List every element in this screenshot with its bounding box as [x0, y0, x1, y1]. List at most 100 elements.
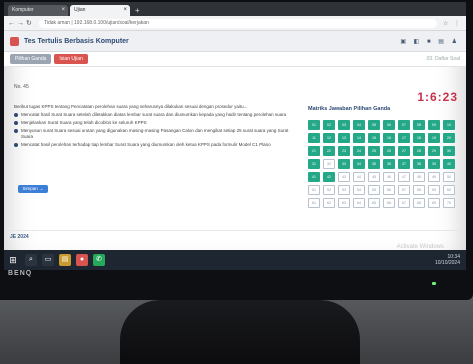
radio-icon[interactable] — [14, 129, 18, 133]
answer-cell[interactable]: 57 — [398, 185, 410, 195]
answer-cell[interactable]: 32 — [323, 159, 335, 169]
answer-cell[interactable]: 43 — [338, 172, 350, 182]
answer-cell[interactable]: 01 — [308, 120, 320, 130]
answer-cell[interactable]: 28 — [413, 146, 425, 156]
tab-pilihan-ganda[interactable]: Pilihan Ganda — [10, 54, 52, 64]
url-field[interactable]: Tidak aman | 192.168.0.100/ujian/soal/ke… — [39, 18, 437, 28]
answer-cell[interactable]: 24 — [353, 146, 365, 156]
answer-cell[interactable]: 33 — [338, 159, 350, 169]
answer-cell[interactable]: 06 — [383, 120, 395, 130]
answer-cell[interactable]: 56 — [383, 185, 395, 195]
answer-cell[interactable]: 16 — [383, 133, 395, 143]
system-tray[interactable]: 10:34 10/10/2024 — [435, 254, 460, 266]
answer-cell[interactable]: 12 — [323, 133, 335, 143]
answer-cell[interactable]: 55 — [368, 185, 380, 195]
browser-tab[interactable]: Komputer × — [8, 5, 68, 16]
windows-start-icon[interactable]: ⊞ — [6, 253, 20, 267]
answer-cell[interactable]: 69 — [428, 198, 440, 208]
answer-cell[interactable]: 54 — [353, 185, 365, 195]
answer-cell[interactable]: 26 — [383, 146, 395, 156]
answer-cell[interactable]: 47 — [398, 172, 410, 182]
answer-cell[interactable]: 36 — [383, 159, 395, 169]
answer-cell[interactable]: 53 — [338, 185, 350, 195]
answer-cell[interactable]: 21 — [308, 146, 320, 156]
answer-cell[interactable]: 17 — [398, 133, 410, 143]
question-list-dropdown[interactable]: 03. Daftar Soal — [427, 56, 460, 62]
answer-option[interactable]: Menjelaskan Surat Suara yang telah dicob… — [14, 120, 294, 126]
answer-cell[interactable]: 25 — [368, 146, 380, 156]
answer-cell[interactable]: 08 — [413, 120, 425, 130]
answer-cell[interactable]: 67 — [398, 198, 410, 208]
answer-cell[interactable]: 13 — [338, 133, 350, 143]
radio-icon[interactable] — [14, 113, 18, 117]
answer-cell[interactable]: 39 — [428, 159, 440, 169]
answer-cell[interactable]: 05 — [368, 120, 380, 130]
answer-cell[interactable]: 50 — [443, 172, 455, 182]
answer-cell[interactable]: 14 — [353, 133, 365, 143]
file-explorer-icon[interactable]: ▤ — [59, 254, 71, 266]
answer-cell[interactable]: 41 — [308, 172, 320, 182]
answer-cell[interactable]: 45 — [368, 172, 380, 182]
close-icon[interactable]: × — [123, 5, 127, 16]
answer-cell[interactable]: 07 — [398, 120, 410, 130]
answer-cell[interactable]: 49 — [428, 172, 440, 182]
answer-cell[interactable]: 23 — [338, 146, 350, 156]
answer-cell[interactable]: 70 — [443, 198, 455, 208]
browser-menu-icon[interactable]: ☆ ⋮ — [443, 20, 462, 27]
header-tools-icon[interactable]: ▣ ◧ ■ ▤ ♟ — [400, 38, 460, 45]
answer-cell[interactable]: 18 — [413, 133, 425, 143]
tab-isian[interactable]: Isian Ujian — [54, 54, 88, 64]
answer-cell[interactable]: 31 — [308, 159, 320, 169]
answer-cell[interactable]: 34 — [353, 159, 365, 169]
answer-cell[interactable]: 11 — [308, 133, 320, 143]
answer-cell[interactable]: 65 — [368, 198, 380, 208]
answer-option[interactable]: Mencatat hasil Surat Suara setelah dilet… — [14, 112, 294, 118]
answer-cell[interactable]: 42 — [323, 172, 335, 182]
new-tab-icon[interactable]: + — [135, 5, 140, 16]
answer-option[interactable]: Mencatat hasil perolehan terhadap tiap l… — [14, 142, 294, 148]
close-icon[interactable]: × — [61, 5, 65, 16]
answer-cell[interactable]: 59 — [428, 185, 440, 195]
answer-cell[interactable]: 48 — [413, 172, 425, 182]
answer-cell[interactable]: 27 — [398, 146, 410, 156]
search-icon[interactable]: ⌕ — [25, 254, 37, 266]
reload-icon[interactable]: ↻ — [26, 19, 35, 27]
answer-cell[interactable]: 38 — [413, 159, 425, 169]
answer-cell[interactable]: 03 — [338, 120, 350, 130]
answer-cell[interactable]: 22 — [323, 146, 335, 156]
back-arrow-icon[interactable]: ← — [8, 20, 17, 27]
answer-cell[interactable]: 51 — [308, 185, 320, 195]
answer-cell[interactable]: 20 — [443, 133, 455, 143]
radio-icon[interactable] — [14, 143, 18, 147]
forward-arrow-icon[interactable]: → — [17, 20, 26, 27]
answer-cell[interactable]: 61 — [308, 198, 320, 208]
answer-cell[interactable]: 52 — [323, 185, 335, 195]
answer-cell[interactable]: 60 — [443, 185, 455, 195]
answer-cell[interactable]: 64 — [353, 198, 365, 208]
footer-link[interactable]: JE 2024 — [10, 234, 29, 240]
answer-option[interactable]: Menyusun surat Suara sesuai urutan yang … — [14, 128, 294, 140]
chrome-icon[interactable]: ● — [76, 254, 88, 266]
answer-cell[interactable]: 68 — [413, 198, 425, 208]
answer-cell[interactable]: 58 — [413, 185, 425, 195]
task-view-icon[interactable]: ▭ — [42, 254, 54, 266]
answer-cell[interactable]: 46 — [383, 172, 395, 182]
answer-cell[interactable]: 44 — [353, 172, 365, 182]
answer-cell[interactable]: 35 — [368, 159, 380, 169]
answer-cell[interactable]: 09 — [428, 120, 440, 130]
answer-cell[interactable]: 10 — [443, 120, 455, 130]
whatsapp-icon[interactable]: ✆ — [93, 254, 105, 266]
answer-cell[interactable]: 37 — [398, 159, 410, 169]
answer-cell[interactable]: 19 — [428, 133, 440, 143]
answer-cell[interactable]: 02 — [323, 120, 335, 130]
radio-icon[interactable] — [14, 121, 18, 125]
answer-cell[interactable]: 15 — [368, 133, 380, 143]
answer-cell[interactable]: 04 — [353, 120, 365, 130]
save-next-button[interactable]: Simpan → — [18, 185, 48, 193]
answer-cell[interactable]: 30 — [443, 146, 455, 156]
answer-cell[interactable]: 40 — [443, 159, 455, 169]
answer-cell[interactable]: 66 — [383, 198, 395, 208]
answer-cell[interactable]: 63 — [338, 198, 350, 208]
answer-cell[interactable]: 62 — [323, 198, 335, 208]
browser-tab-active[interactable]: Ujian × — [70, 5, 130, 16]
